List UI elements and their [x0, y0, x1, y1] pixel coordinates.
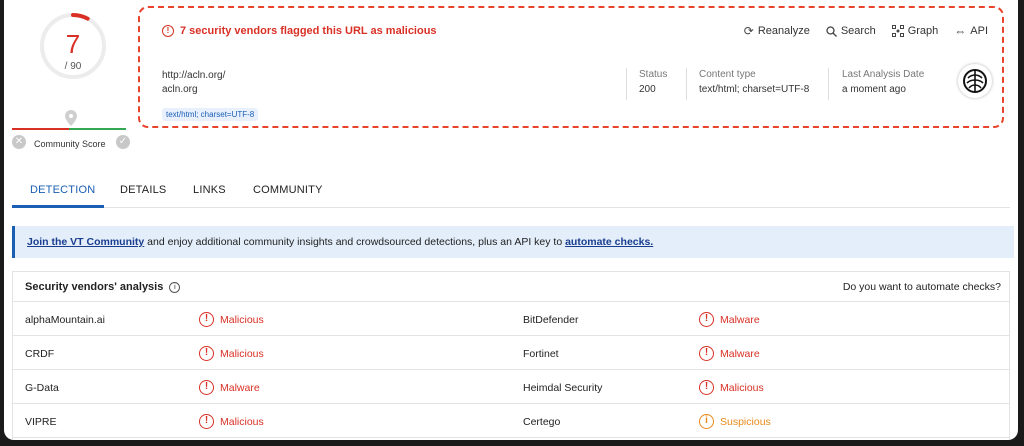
alert-icon: !	[199, 312, 214, 327]
tab-bar: DETECTION DETAILS LINKS COMMUNITY	[12, 174, 1010, 208]
table-row: VIPRE! Malicious Certego i Suspicious	[13, 404, 1009, 438]
content-type-label: Content type	[699, 69, 756, 80]
verdict-label: Malware	[220, 381, 260, 394]
search-label: Search	[840, 25, 876, 37]
reanalyze-label: Reanalyze	[757, 25, 810, 37]
info-icon[interactable]: i	[169, 281, 181, 293]
table-row: alphaMountain.ai! Malicious BitDefender! Ma…	[13, 302, 1009, 336]
vendor-name: BitDefender	[523, 314, 579, 326]
content-type-value: text/html; charset=UTF-8	[699, 84, 810, 95]
status-value: 200	[639, 84, 656, 95]
verdict: ! Malicious	[199, 414, 264, 429]
verdict: ! Malware	[199, 380, 260, 395]
api-button[interactable]: ⇔ API	[954, 24, 988, 38]
api-label: API	[970, 25, 988, 37]
status-label: Status	[639, 69, 668, 80]
detection-score-gauge: 7 / 90	[38, 11, 108, 81]
graph-label: Graph	[907, 25, 939, 37]
site-logo-icon	[958, 64, 992, 98]
verdict: ! Malicious	[699, 380, 764, 395]
verdict-label: Malicious	[220, 415, 264, 428]
vendor-name: Certego	[523, 416, 561, 428]
analyzed-domain[interactable]: acln.org	[162, 84, 198, 95]
alert-icon: !	[162, 25, 174, 37]
alert-icon: !	[699, 380, 714, 395]
api-icon: ⇔	[954, 24, 967, 38]
score-value: 7	[65, 29, 81, 59]
verdict: i Suspicious	[699, 414, 771, 429]
tab-community[interactable]: COMMUNITY	[253, 184, 323, 196]
community-score-bar	[12, 128, 126, 130]
reanalyze-button[interactable]: ⟳ Reanalyze	[744, 24, 810, 38]
tab-details[interactable]: DETAILS	[120, 184, 166, 196]
action-toolbar: ⟳ Reanalyze Search Graph ⇔ API	[744, 24, 988, 38]
verdict-label: Malicious	[220, 347, 264, 360]
table-header: Security vendors' analysis i Do you want…	[13, 272, 1009, 302]
check-icon[interactable]: ✓	[116, 135, 130, 149]
score-total: / 90	[64, 61, 82, 72]
vendor-name: G-Data	[25, 382, 59, 394]
tab-detection[interactable]: DETECTION	[30, 184, 95, 196]
automate-checks-prompt[interactable]: Do you want to automate checks?	[843, 281, 1001, 293]
table-title-text: Security vendors' analysis	[25, 281, 164, 293]
banner-text: and enjoy additional community insights …	[144, 236, 566, 248]
divider	[686, 68, 687, 100]
tab-links[interactable]: LINKS	[193, 184, 226, 196]
alert-icon: !	[699, 346, 714, 361]
graph-button[interactable]: Graph	[891, 24, 939, 38]
verdict: ! Malware	[699, 312, 760, 327]
table-row: CRDF! Malicious Fortinet! Malware	[13, 336, 1009, 370]
verdict-label: Malicious	[720, 381, 764, 394]
vendors-table: Security vendors' analysis i Do you want…	[12, 271, 1010, 440]
vendor-name: Heimdal Security	[523, 382, 603, 394]
graph-icon	[891, 25, 904, 37]
search-icon	[826, 25, 837, 37]
last-analysis-value: a moment ago	[842, 84, 906, 95]
search-button[interactable]: Search	[826, 24, 876, 38]
vendor-name: VIPRE	[25, 416, 57, 428]
verdict-label: Malicious	[220, 313, 264, 326]
malicious-alert: ! 7 security vendors flagged this URL as…	[162, 25, 437, 37]
alert-icon: !	[199, 414, 214, 429]
table-row: G-Data! Malware Heimdal Security! Malicious	[13, 370, 1009, 404]
last-analysis-label: Last Analysis Date	[842, 69, 925, 80]
verdict-label: Suspicious	[720, 415, 771, 428]
location-pin-icon	[65, 110, 77, 126]
community-score: ✕ Community Score ✓	[12, 135, 132, 153]
refresh-icon: ⟳	[743, 24, 754, 38]
content-type-tag: text/html; charset=UTF-8	[162, 108, 259, 121]
warning-icon: i	[699, 414, 714, 429]
verdict: ! Malware	[699, 346, 760, 361]
alert-icon: !	[199, 346, 214, 361]
x-icon[interactable]: ✕	[12, 135, 26, 149]
alert-text: 7 security vendors flagged this URL as m…	[180, 25, 437, 37]
verdict-label: Malware	[720, 347, 760, 360]
page: 7 / 90 ✕ Community Score ✓ ! 7 security …	[4, 0, 1018, 440]
vendor-name: Fortinet	[523, 348, 559, 360]
divider	[828, 68, 829, 100]
automate-checks-link[interactable]: automate checks.	[565, 236, 653, 248]
verdict: ! Malicious	[199, 346, 264, 361]
vendor-name: CRDF	[25, 348, 55, 360]
active-tab-indicator	[12, 205, 104, 208]
url-summary-panel: ! 7 security vendors flagged this URL as…	[138, 6, 1004, 128]
divider	[626, 68, 627, 100]
community-banner: Join the VT Community and enjoy addition…	[12, 226, 1014, 258]
analyzed-url[interactable]: http://acln.org/	[162, 70, 225, 81]
community-score-label: Community Score	[34, 139, 106, 149]
verdict: ! Malicious	[199, 312, 264, 327]
alert-icon: !	[699, 312, 714, 327]
alert-icon: !	[199, 380, 214, 395]
vendor-name: alphaMountain.ai	[25, 314, 105, 326]
join-community-link[interactable]: Join the VT Community	[27, 236, 144, 248]
table-title: Security vendors' analysis i	[25, 281, 181, 293]
verdict-label: Malware	[720, 313, 760, 326]
